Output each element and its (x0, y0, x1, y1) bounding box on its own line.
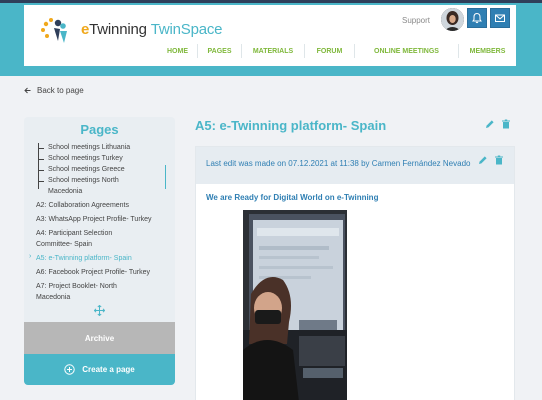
nav-members[interactable]: MEMBERS (459, 44, 516, 58)
back-label: Back to page (37, 86, 84, 95)
messages-button[interactable] (490, 8, 510, 28)
site-header: eTwinning TwinSpace Support HOME PAGES M… (24, 5, 516, 66)
nav-home[interactable]: HOME (158, 44, 198, 58)
sidebar-item-cont[interactable]: Committee- Spain (36, 239, 92, 250)
pencil-icon[interactable] (485, 119, 495, 129)
back-to-page-link[interactable]: Back to page (24, 86, 84, 95)
sidebar-item[interactable]: School meetings North (48, 175, 119, 186)
support-link[interactable]: Support (402, 16, 430, 25)
logo-e: e (81, 21, 90, 38)
sidebar-item[interactable]: A7: Project Booklet- North (36, 281, 117, 292)
pages-tree: School meetings Lithuania School meeting… (24, 141, 175, 322)
plus-circle-icon (64, 364, 75, 375)
archive-button[interactable]: Archive (24, 322, 175, 354)
nav-pages[interactable]: PAGES (198, 44, 242, 58)
logo-twinspace: TwinSpace (150, 21, 223, 38)
sidebar-item[interactable]: A6: Facebook Project Profile- Turkey (36, 267, 150, 278)
content-photo[interactable] (243, 210, 347, 400)
scrollbar-thumb[interactable] (165, 165, 166, 189)
tree-connector (38, 159, 44, 160)
sidebar-item-cont[interactable]: Macedonia (48, 186, 82, 197)
create-page-label: Create a page (82, 365, 135, 374)
sidebar-item[interactable]: A3: WhatsApp Project Profile- Turkey (36, 214, 152, 225)
pencil-icon[interactable] (478, 155, 488, 165)
trash-icon[interactable] (501, 119, 511, 129)
page-title: A5: e-Twinning platform- Spain (195, 118, 387, 133)
main-nav: HOME PAGES MATERIALS FORUM ONLINE MEETIN… (158, 42, 516, 60)
sidebar-item[interactable]: A2: Collaboration Agreements (36, 200, 129, 211)
site-logo-text[interactable]: eTwinning TwinSpace (81, 21, 223, 38)
logo-twinning: Twinning (89, 21, 147, 38)
sidebar-item[interactable]: School meetings Turkey (48, 153, 123, 164)
nav-materials[interactable]: MATERIALS (242, 44, 305, 58)
move-icon[interactable] (94, 305, 105, 316)
nav-online-meetings[interactable]: ONLINE MEETINGS (355, 44, 459, 58)
notifications-button[interactable] (467, 8, 487, 28)
tree-connector (38, 148, 44, 149)
pages-sidebar: Pages School meetings Lithuania School m… (24, 117, 175, 385)
trash-icon[interactable] (494, 155, 504, 165)
create-page-button[interactable]: Create a page (24, 354, 175, 385)
mail-icon (495, 14, 505, 22)
user-avatar[interactable] (441, 8, 464, 31)
sidebar-item[interactable]: A4: Participant Selection (36, 228, 112, 239)
avatar-image (441, 8, 464, 31)
chevron-right-icon: › (29, 253, 32, 260)
sidebar-item-active[interactable]: A5: e-Twinning platform- Spain (36, 253, 132, 264)
nav-forum[interactable]: FORUM (305, 44, 355, 58)
tree-connector (38, 181, 44, 182)
tree-connector (38, 143, 39, 189)
page-actions (485, 119, 511, 129)
last-edit-info: Last edit was made on 07.12.2021 at 11:3… (206, 159, 471, 168)
sidebar-title: Pages (80, 122, 119, 137)
panel-header: Last edit was made on 07.12.2021 at 11:3… (196, 147, 514, 184)
sidebar-item-cont[interactable]: Macedonia (36, 292, 70, 303)
back-arrow-icon (24, 87, 31, 94)
sidebar-item[interactable]: School meetings Lithuania (48, 142, 130, 153)
etwinning-logo-icon[interactable] (38, 15, 78, 47)
bell-icon (472, 12, 482, 24)
sidebar-item[interactable]: School meetings Greece (48, 164, 125, 175)
top-line (0, 0, 542, 3)
content-subheading: We are Ready for Digital World on e-Twin… (206, 193, 379, 202)
tree-connector (38, 170, 44, 171)
panel-actions (478, 155, 504, 165)
content-panel: Last edit was made on 07.12.2021 at 11:3… (195, 146, 515, 400)
photo-image (243, 210, 347, 400)
